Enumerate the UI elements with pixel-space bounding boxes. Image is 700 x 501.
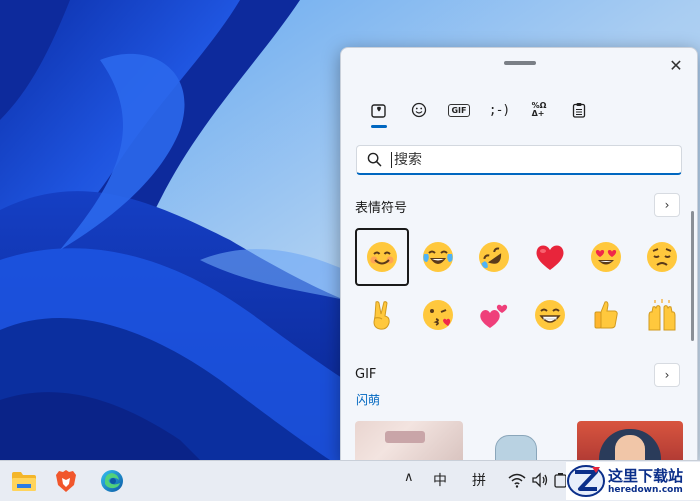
emoji-panel: ✕ GIF ;-) %Ω Δ+ 搜索 表情符号 › GIF › 闪萌 bbox=[340, 47, 698, 462]
emoji-face-with-tears-of-joy[interactable] bbox=[411, 228, 465, 286]
emoji-rolling-on-the-floor-laughing[interactable] bbox=[467, 228, 521, 286]
site-watermark: 这里下载站 heredown.com bbox=[566, 462, 700, 500]
gif-thumbnail[interactable] bbox=[355, 421, 463, 461]
heart-box-icon bbox=[371, 104, 386, 118]
edge-browser-icon[interactable] bbox=[98, 467, 126, 495]
tab-kaomoji[interactable]: ;-) bbox=[479, 96, 519, 124]
watermark-url: heredown.com bbox=[608, 484, 683, 495]
emoji-smiling-face-with-smiling-eyes[interactable] bbox=[355, 228, 409, 286]
tray-overflow-chevron[interactable]: ∧ bbox=[404, 470, 414, 485]
emoji-smiling-face-with-heart-eyes[interactable] bbox=[579, 228, 633, 286]
emoji-grid bbox=[355, 228, 691, 344]
ime-name-indicator[interactable]: 拼 bbox=[472, 470, 486, 490]
emoji-thumbs-up[interactable] bbox=[579, 286, 633, 344]
tab-symbols[interactable]: %Ω Δ+ bbox=[519, 96, 559, 124]
emoji-grinning-face-with-smiling-eyes[interactable] bbox=[523, 286, 577, 344]
tab-gif[interactable]: GIF bbox=[439, 96, 479, 124]
ime-mode-indicator[interactable]: 中 bbox=[433, 470, 447, 490]
text-cursor bbox=[391, 151, 392, 168]
tab-selected-indicator bbox=[371, 125, 387, 128]
gif-thumbnail[interactable] bbox=[487, 421, 547, 461]
emoji-red-heart[interactable] bbox=[523, 228, 577, 286]
tab-clipboard[interactable] bbox=[559, 96, 599, 124]
search-input[interactable] bbox=[394, 151, 664, 168]
wifi-icon[interactable] bbox=[507, 469, 527, 491]
smiley-face-icon bbox=[411, 102, 427, 118]
emoji-two-hearts[interactable] bbox=[467, 286, 521, 344]
close-button[interactable]: ✕ bbox=[665, 54, 687, 76]
brave-browser-icon[interactable] bbox=[52, 467, 80, 495]
search-box[interactable] bbox=[356, 145, 682, 175]
site-logo bbox=[567, 465, 605, 497]
scrollbar[interactable] bbox=[691, 211, 694, 341]
search-icon bbox=[357, 152, 391, 167]
symbols-icon: %Ω Δ+ bbox=[532, 102, 547, 118]
emoji-victory-hand[interactable] bbox=[355, 286, 409, 344]
emoji-section-expand-button[interactable]: › bbox=[654, 193, 680, 217]
emoji-raising-hands[interactable] bbox=[635, 286, 689, 344]
gif-section-expand-button[interactable]: › bbox=[654, 363, 680, 387]
emoji-face-blowing-a-kiss[interactable] bbox=[411, 286, 465, 344]
tab-emoji[interactable] bbox=[399, 96, 439, 124]
gif-thumbnail[interactable] bbox=[577, 421, 683, 461]
gif-icon: GIF bbox=[448, 103, 470, 117]
gif-provider-link[interactable]: 闪萌 bbox=[356, 391, 380, 408]
emoji-pensive-face[interactable] bbox=[635, 228, 689, 286]
emoji-section-title: 表情符号 bbox=[355, 201, 408, 216]
tab-bar: GIF ;-) %Ω Δ+ bbox=[359, 96, 599, 128]
tab-recent[interactable] bbox=[359, 96, 399, 128]
kaomoji-icon: ;-) bbox=[488, 102, 511, 118]
volume-icon[interactable] bbox=[530, 469, 550, 491]
watermark-text: 这里下载站 heredown.com bbox=[608, 467, 683, 496]
gif-section-title: GIF bbox=[355, 367, 377, 382]
file-explorer-icon[interactable] bbox=[10, 467, 38, 495]
clipboard-icon bbox=[572, 103, 586, 118]
drag-handle[interactable] bbox=[504, 61, 536, 65]
symbols-icon-bottom: Δ+ bbox=[531, 109, 545, 118]
watermark-title: 这里下载站 bbox=[608, 466, 684, 485]
